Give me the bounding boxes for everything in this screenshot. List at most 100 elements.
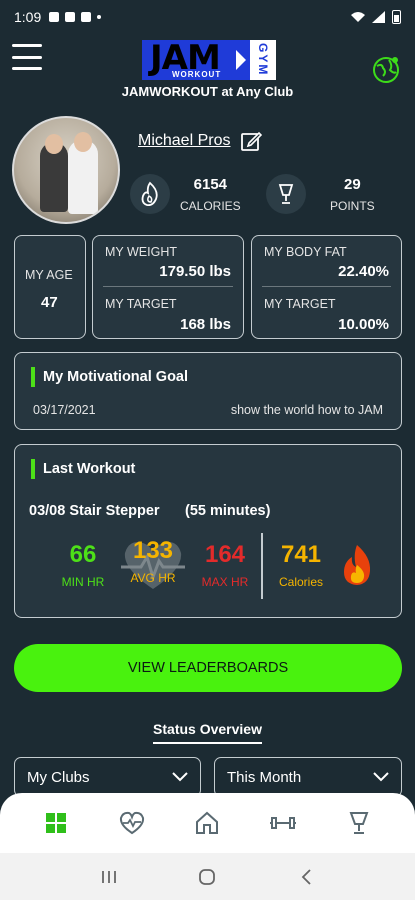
weight-value: 179.50 lbs <box>159 263 231 280</box>
status-bar: 1:09 <box>0 0 415 34</box>
calories-value: 6154 <box>193 175 228 193</box>
profile-section: Michael Pros 6154 CALORIES 29 POINTS <box>12 116 407 226</box>
recent-apps-button[interactable] <box>97 865 121 889</box>
dashboard-icon <box>45 813 66 833</box>
avatar[interactable] <box>12 116 120 224</box>
view-leaderboards-button[interactable]: VIEW LEADERBOARDS <box>14 644 402 692</box>
club-select[interactable]: My Clubs <box>14 757 201 797</box>
play-icon <box>234 40 250 80</box>
min-hr-label: MIN HR <box>61 575 105 589</box>
menu-icon[interactable] <box>12 44 42 70</box>
min-hr-value: 66 <box>69 541 97 568</box>
wifi-icon <box>351 12 365 22</box>
points-label: POINTS <box>330 198 375 213</box>
workout-calories: 741 Calories <box>273 541 329 589</box>
signal-icon <box>372 11 385 23</box>
workout-duration: (55 minutes) <box>185 503 271 519</box>
app-header: JAM WORKOUT GYM JAMWORKOUT at Any Club <box>0 34 415 104</box>
workout-calories-label: Calories <box>278 575 323 589</box>
body-fat-target-label: MY TARGET <box>264 297 336 311</box>
recent-apps-icon <box>102 870 117 883</box>
logo-workout-text: WORKOUT <box>172 70 222 79</box>
tab-home[interactable] <box>187 803 227 843</box>
tab-heart-rate[interactable] <box>112 803 152 843</box>
age-label: MY AGE <box>25 268 73 282</box>
max-hr-label: MAX HR <box>201 575 249 589</box>
workout-heading: Last Workout <box>31 459 135 479</box>
tab-dashboard[interactable] <box>36 803 76 843</box>
status-overview-label: Status Overview <box>153 721 262 744</box>
avg-hr: 133 AVG HR <box>127 537 179 585</box>
weight-card[interactable]: MY WEIGHT 179.50 lbs MY TARGET 168 lbs <box>92 235 244 339</box>
age-value: 47 <box>41 294 58 311</box>
status-time: 1:09 <box>14 9 42 25</box>
goal-heading: My Motivational Goal <box>31 367 188 387</box>
points-circle <box>266 174 306 214</box>
more-notifications-icon <box>97 15 102 19</box>
workout-title: Last Workout <box>43 461 136 477</box>
home-circle-icon <box>199 868 216 885</box>
chevron-down-icon <box>373 772 389 782</box>
body-fat-value: 22.40% <box>338 263 389 280</box>
workout-activity: 03/08 Stair Stepper <box>29 503 160 519</box>
home-button[interactable] <box>195 865 219 889</box>
tab-leaderboard[interactable] <box>339 803 379 843</box>
upload-notification-icon <box>81 12 92 22</box>
dumbbell-icon <box>270 817 297 829</box>
trophy-icon <box>278 184 294 204</box>
points-value: 29 <box>343 175 361 193</box>
heart-rate-icon <box>119 811 144 835</box>
edit-icon[interactable] <box>240 130 262 152</box>
home-icon <box>196 811 219 834</box>
logo-gym-text: GYM <box>250 40 276 80</box>
max-hr: 164 MAX HR <box>199 541 251 589</box>
body-fat-target-value: 10.00% <box>338 316 389 333</box>
goal-text: show the world how to JAM <box>230 403 383 417</box>
divider <box>262 286 391 287</box>
flame-icon <box>141 181 158 207</box>
age-card[interactable]: MY AGE 47 <box>14 235 86 339</box>
back-button[interactable] <box>294 865 318 889</box>
jamworkout-logo: JAM WORKOUT GYM <box>142 38 276 80</box>
goal-date: 03/17/2021 <box>33 403 96 417</box>
image-notification-icon <box>49 12 60 22</box>
goal-title: My Motivational Goal <box>43 369 189 385</box>
last-workout-card[interactable]: Last Workout 03/08 Stair Stepper (55 min… <box>14 444 402 618</box>
club-select-value: My Clubs <box>27 768 90 786</box>
notification-icons <box>49 12 102 22</box>
calories-label: CALORIES <box>180 198 241 213</box>
accent-bar <box>31 459 35 479</box>
fire-icon <box>344 545 371 585</box>
system-nav-bar <box>0 853 415 900</box>
bottom-tab-bar <box>0 793 415 853</box>
workout-calories-value: 741 <box>280 541 322 568</box>
points-stat: 29 POINTS <box>266 174 375 214</box>
avg-hr-value: 133 <box>132 537 174 564</box>
max-hr-value: 164 <box>204 541 246 568</box>
battery-icon <box>392 10 401 24</box>
accent-bar <box>31 367 35 387</box>
body-fat-label: MY BODY FAT <box>264 245 347 259</box>
weight-label: MY WEIGHT <box>105 245 177 259</box>
globe-icon[interactable] <box>371 54 401 84</box>
divider <box>103 286 233 287</box>
club-name: JAMWORKOUT at Any Club <box>121 84 294 99</box>
weight-target-value: 168 lbs <box>180 316 231 333</box>
trophy-icon <box>349 812 369 834</box>
calories-circle <box>130 174 170 214</box>
avg-hr-label: AVG HR <box>130 571 176 585</box>
status-overview-title[interactable]: Status Overview <box>0 721 415 744</box>
chevron-down-icon <box>172 772 188 782</box>
calories-stat: 6154 CALORIES <box>130 174 241 214</box>
period-select-value: This Month <box>227 768 302 786</box>
profile-name[interactable]: Michael Pros <box>138 132 230 150</box>
tab-workouts[interactable] <box>263 803 303 843</box>
weight-target-label: MY TARGET <box>105 297 177 311</box>
period-select[interactable]: This Month <box>214 757 402 797</box>
body-fat-card[interactable]: MY BODY FAT 22.40% MY TARGET 10.00% <box>251 235 402 339</box>
min-hr: 66 MIN HR <box>61 541 105 589</box>
motivational-goal-card[interactable]: My Motivational Goal 03/17/2021 show the… <box>14 352 402 430</box>
back-icon <box>301 868 311 885</box>
system-icons <box>350 10 401 24</box>
app-notification-icon <box>65 12 76 22</box>
